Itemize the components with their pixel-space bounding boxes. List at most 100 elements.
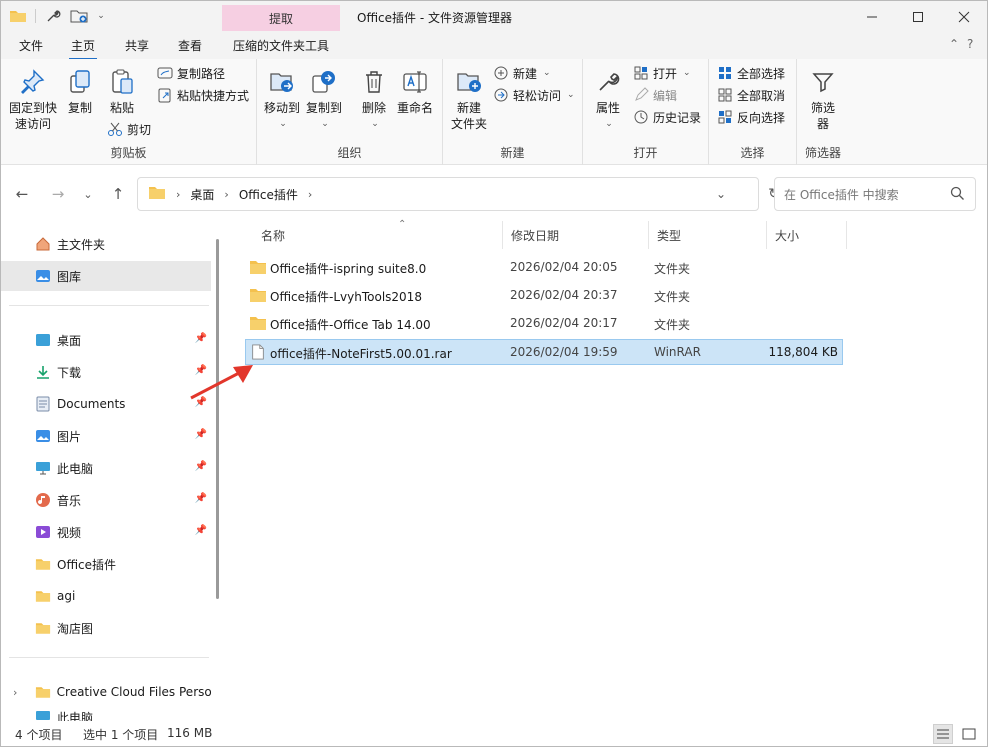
sidebar-divider — [9, 305, 209, 306]
paste-button[interactable]: 粘贴 — [105, 67, 139, 116]
filter-button[interactable]: 筛选 器 — [805, 67, 841, 132]
recent-locations-button[interactable]: ⌄ — [77, 183, 99, 205]
new-item-button[interactable]: 新建 ⌄ — [493, 63, 551, 83]
new-folder-qat-icon[interactable] — [70, 7, 88, 25]
table-row[interactable]: Office插件-Office Tab 14.00 2026/02/04 20:… — [245, 311, 843, 337]
chevron-down-icon: ⌄ — [567, 90, 575, 100]
delete-button[interactable]: 删除 ⌄ — [359, 67, 389, 132]
column-header-date[interactable]: 修改日期 — [503, 221, 649, 249]
forward-button[interactable]: → — [47, 183, 69, 205]
cut-button[interactable]: 剪切 — [107, 119, 151, 139]
documents-icon — [35, 396, 51, 412]
new-group-label: 新建 — [500, 146, 525, 160]
sidebar-item-music[interactable]: 音乐 📌 — [1, 485, 211, 515]
copy-path-button[interactable]: 复制路径 — [157, 63, 225, 83]
breadcrumb-desktop[interactable]: 桌面 — [190, 186, 214, 203]
select-none-button[interactable]: 全部取消 — [717, 85, 785, 105]
select-group-label: 选择 — [740, 146, 765, 160]
tab-view[interactable]: 查看 — [178, 37, 202, 54]
chevron-right-icon[interactable]: › — [13, 686, 23, 699]
tab-home[interactable]: 主页 — [68, 37, 98, 60]
sidebar-item-office-plugins[interactable]: Office插件 — [1, 549, 211, 579]
sidebar-item-creative-cloud[interactable]: › Creative Cloud Files Persor — [1, 677, 211, 707]
sidebar-item-home[interactable]: 主文件夹 — [1, 229, 211, 259]
column-header-name[interactable]: 名称 ⌃ — [253, 219, 503, 249]
sidebar-item-pictures[interactable]: 图片 📌 — [1, 421, 211, 451]
properties-button[interactable]: 属性 ⌄ — [591, 67, 625, 132]
paste-shortcut-button[interactable]: 粘贴快捷方式 — [157, 85, 249, 105]
easy-access-icon — [493, 87, 509, 103]
wrench-icon — [593, 67, 623, 97]
sidebar-item-this-pc-bottom[interactable]: 此电脑 — [1, 709, 211, 721]
address-dropdown-icon[interactable]: ⌄ — [716, 187, 726, 201]
table-row[interactable]: Office插件-ispring suite8.0 2026/02/04 20:… — [245, 255, 843, 281]
copy-label: 复制 — [67, 101, 92, 115]
rename-button[interactable]: 重命名 — [395, 67, 435, 116]
history-button[interactable]: 历史记录 — [633, 107, 701, 127]
help-icon[interactable]: ? — [967, 37, 973, 51]
column-header-size[interactable]: 大小 — [767, 221, 847, 249]
file-size: 118,804 KB — [768, 345, 838, 359]
close-button[interactable] — [941, 1, 987, 33]
home-icon — [35, 236, 51, 252]
sidebar-item-documents[interactable]: Documents 📌 — [1, 389, 211, 419]
open-icon — [633, 65, 649, 81]
sidebar-item-desktop[interactable]: 桌面 📌 — [1, 325, 211, 355]
pin-icon: 📌 — [194, 493, 207, 504]
folder-icon — [250, 289, 266, 302]
tab-share[interactable]: 共享 — [125, 37, 149, 54]
copy-button[interactable]: 复制 — [63, 67, 97, 116]
status-size: 116 MB — [167, 726, 213, 740]
table-row[interactable]: Office插件-LvyhTools2018 2026/02/04 20:37 … — [245, 283, 843, 309]
pc-icon — [35, 460, 51, 476]
invert-selection-button[interactable]: 反向选择 — [717, 107, 785, 127]
new-item-icon — [493, 65, 509, 81]
paste-icon — [107, 67, 137, 97]
sidebar-item-agi[interactable]: agi — [1, 581, 211, 611]
group-open: 属性 ⌄ 打开 ⌄ 编辑 历史记录 打开 — [583, 59, 709, 165]
new-folder-button[interactable]: 新建 文件夹 — [449, 67, 489, 132]
organize-group-label: 组织 — [337, 146, 362, 160]
context-tab-extract[interactable]: 提取 — [222, 5, 340, 31]
pc-icon — [35, 709, 51, 721]
tab-compressed-folder-tools[interactable]: 压缩的文件夹工具 — [233, 37, 329, 54]
group-organize: 移动到 ⌄ 复制到 ⌄ 删除 ⌄ 重命名 组织 — [257, 59, 443, 165]
minimize-button[interactable] — [849, 1, 895, 33]
open-button[interactable]: 打开 ⌄ — [633, 63, 691, 83]
properties-icon[interactable] — [44, 7, 62, 25]
pin-quick-access-button[interactable]: 固定到快 速访问 — [7, 67, 59, 132]
sidebar-scrollbar[interactable] — [216, 239, 219, 599]
sidebar-item-this-pc[interactable]: 此电脑 📌 — [1, 453, 211, 483]
rename-icon — [400, 67, 430, 97]
back-button[interactable]: ← — [11, 183, 33, 205]
sidebar-item-gallery[interactable]: 图库 — [1, 261, 211, 291]
select-all-button[interactable]: 全部选择 — [717, 63, 785, 83]
maximize-button[interactable] — [895, 1, 941, 33]
move-to-button[interactable]: 移动到 ⌄ — [263, 67, 301, 132]
copy-to-button[interactable]: 复制到 ⌄ — [305, 67, 343, 132]
breadcrumb-office-plugins[interactable]: Office插件 — [239, 186, 298, 203]
easy-access-button[interactable]: 轻松访问 ⌄ — [493, 85, 575, 105]
tab-file[interactable]: 文件 — [19, 37, 43, 54]
sidebar-item-taodiantu[interactable]: 淘店图 — [1, 613, 211, 643]
chevron-down-icon: ⌄ — [371, 119, 379, 129]
table-row-selected[interactable]: office插件-NoteFirst5.00.01.rar 2026/02/04… — [245, 339, 843, 365]
up-button[interactable]: ↑ — [107, 183, 129, 205]
sidebar-item-downloads[interactable]: 下载 📌 — [1, 357, 211, 387]
paste-shortcut-icon — [157, 87, 173, 103]
search-icon[interactable] — [950, 186, 965, 204]
pin-icon: 📌 — [194, 525, 207, 536]
chevron-down-icon[interactable]: ⌄ — [96, 7, 106, 25]
details-view-button[interactable] — [933, 724, 953, 744]
arrow-left-icon: ← — [15, 185, 29, 203]
ribbon-collapse-icon[interactable]: ⌃ — [949, 37, 959, 51]
sidebar-item-videos[interactable]: 视频 📌 — [1, 517, 211, 547]
column-header-type[interactable]: 类型 — [649, 221, 767, 249]
search-input[interactable]: 在 Office插件 中搜索 — [784, 186, 899, 203]
address-bar[interactable]: › 桌面 › Office插件 › ⌄ ↻ — [137, 177, 780, 211]
videos-icon — [35, 524, 51, 540]
edit-button[interactable]: 编辑 — [633, 85, 677, 105]
search-box[interactable]: 在 Office插件 中搜索 — [774, 177, 976, 211]
large-icons-view-button[interactable] — [959, 724, 979, 744]
trash-icon — [359, 67, 389, 97]
